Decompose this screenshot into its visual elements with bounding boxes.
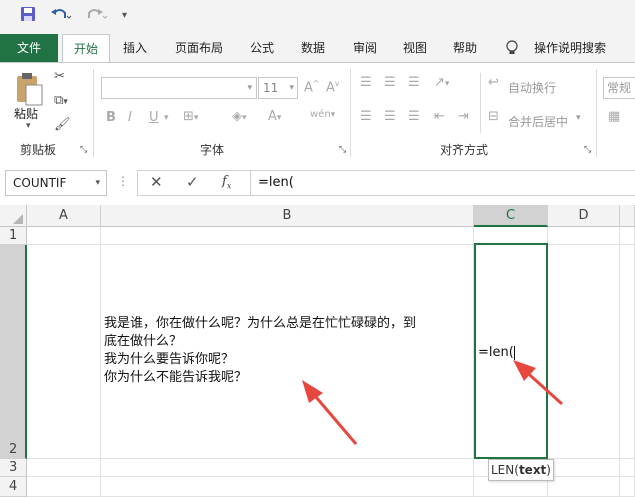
arrow-to-c2 (513, 360, 564, 406)
arrow-to-b2 (302, 380, 358, 445)
annotation-arrows (302, 360, 564, 445)
